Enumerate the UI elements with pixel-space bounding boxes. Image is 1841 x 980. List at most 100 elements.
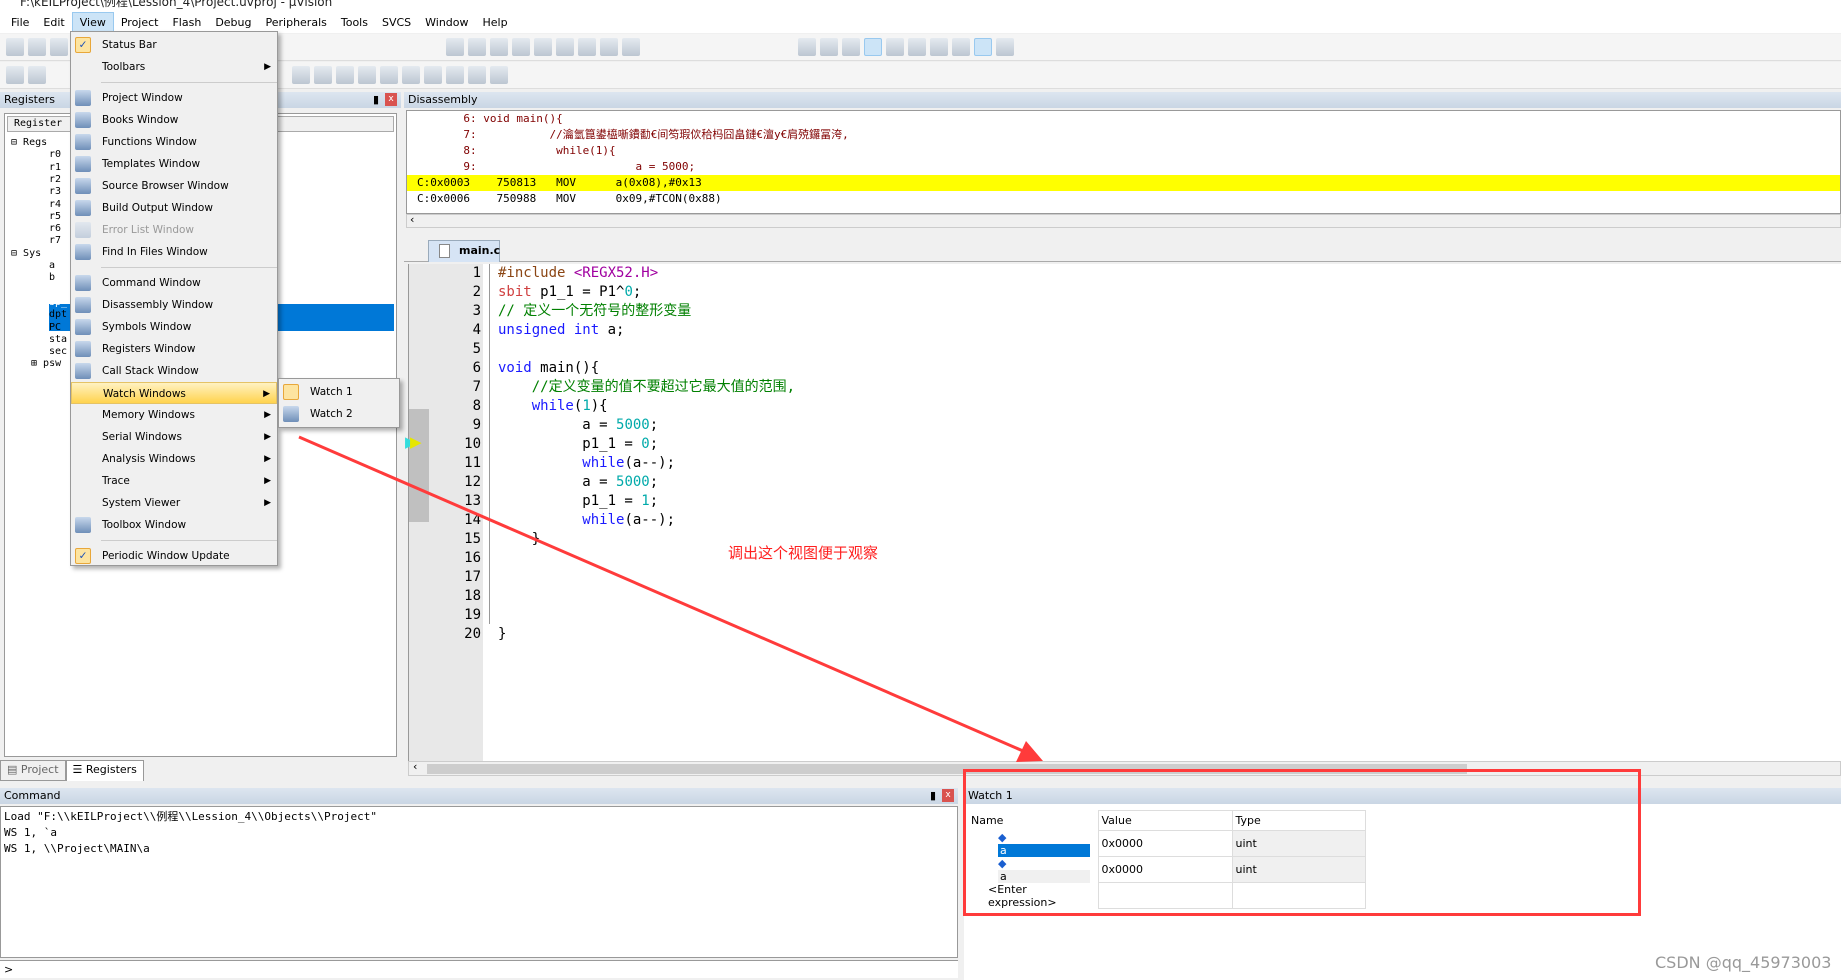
registers-window-icon[interactable] <box>314 66 332 84</box>
toolbox-icon[interactable] <box>490 66 508 84</box>
pin-icon[interactable]: ▮ <box>373 92 379 108</box>
menu-item-registers-window[interactable]: Registers Window <box>71 338 277 360</box>
register-item-PC[interactable]: PC <box>49 321 61 334</box>
register-item-sp[interactable]: sp <box>49 284 61 297</box>
code-line[interactable]: 12 a = 5000; <box>464 473 795 492</box>
menu-view[interactable]: View <box>71 11 114 33</box>
open-icon[interactable] <box>28 38 46 56</box>
menu-item-disassembly-window[interactable]: Disassembly Window <box>71 294 277 316</box>
code-line[interactable]: 7 //定义变量的值不要超过它最大值的范围, <box>473 378 795 397</box>
menu-item-books-window[interactable]: Books Window <box>71 109 277 131</box>
menu-item-templates-window[interactable]: Templates Window <box>71 153 277 175</box>
disassembly-line[interactable]: C:0x0006 750988 MOV 0x09,#TCON(0x88) <box>407 191 1840 207</box>
comment-icon[interactable] <box>578 38 596 56</box>
scroll-left-icon[interactable]: ‹ <box>410 213 414 226</box>
kill-all-icon[interactable] <box>952 38 970 56</box>
disassembly-listing[interactable]: 6: void main(){ 7: //瀹氫箟鍙橀噺鐨勫€间笉瑕佽秴杩囧畠鏈€… <box>406 110 1841 214</box>
code-line[interactable]: 13 p1_1 = 1; <box>464 492 795 511</box>
find-in-files-icon[interactable] <box>622 38 640 56</box>
disable-breakpoint-icon[interactable] <box>908 38 926 56</box>
code-line[interactable]: 20} <box>464 625 795 644</box>
menu-debug[interactable]: Debug <box>208 13 258 32</box>
code-line[interactable]: 3 // 定义一个无符号的整形变量 <box>473 302 795 321</box>
menu-item-project-window[interactable]: Project Window <box>71 87 277 109</box>
code-line[interactable]: 2 sbit p1_1 = P1^0; <box>473 283 795 302</box>
expand-icon[interactable]: ⊞ <box>31 358 43 369</box>
menu-item-toolbox-window[interactable]: Toolbox Window <box>71 514 277 536</box>
register-item-sta[interactable]: sta <box>49 333 67 346</box>
reset-icon[interactable] <box>6 66 24 84</box>
pin-icon[interactable]: ▮ <box>930 788 936 804</box>
code-line[interactable]: 11 while(a--); <box>464 454 795 473</box>
configure-icon[interactable] <box>996 38 1014 56</box>
system-viewer-icon[interactable] <box>468 66 486 84</box>
menu-item-toolbars[interactable]: Toolbars ▶ <box>71 56 277 78</box>
menu-item-watch-2[interactable]: Watch 2 <box>279 403 399 425</box>
code-line[interactable]: 10 p1_1 = 0; <box>464 435 795 454</box>
register-item-r0[interactable]: r0 <box>49 148 61 161</box>
menu-item-system-viewer[interactable]: System Viewer ▶ <box>71 492 277 514</box>
menu-item-periodic-window-update[interactable]: ✓ Periodic Window Update <box>71 545 277 567</box>
code-line[interactable]: 14 while(a--); <box>464 511 795 530</box>
register-item-psw[interactable]: ⊞ psw <box>31 357 61 370</box>
command-input[interactable]: > <box>0 960 958 978</box>
menu-item-watch-1[interactable]: Watch 1 <box>279 381 399 403</box>
menu-tools[interactable]: Tools <box>334 13 375 32</box>
uncomment-icon[interactable] <box>600 38 618 56</box>
menu-item-status-bar[interactable]: ✓ Status Bar <box>71 34 277 56</box>
menu-item-command-window[interactable]: Command Window <box>71 272 277 294</box>
disassembly-line[interactable]: 9: a = 5000; <box>407 159 1840 175</box>
collapse-icon[interactable]: ⊟ <box>11 137 23 148</box>
save-icon[interactable] <box>50 38 68 56</box>
kill-breakpoints-icon[interactable] <box>930 38 948 56</box>
register-item-Regs[interactable]: ⊟ Regs <box>11 136 47 149</box>
register-item-dpt[interactable]: dpt <box>49 308 67 321</box>
serial-window-icon[interactable] <box>402 66 420 84</box>
tab-main-c[interactable]: main.c <box>428 240 500 262</box>
indent-icon[interactable] <box>534 38 552 56</box>
code-line[interactable]: 6 void main(){ <box>473 359 795 378</box>
register-item-sp_[interactable]: sp_ <box>49 296 67 309</box>
find-icon[interactable] <box>842 38 860 56</box>
disassembly-line[interactable]: 8: while(1){ <box>407 143 1840 159</box>
code-line[interactable]: 19 <box>464 606 795 625</box>
menu-peripherals[interactable]: Peripherals <box>259 13 334 32</box>
menu-svcs[interactable]: SVCS <box>375 13 418 32</box>
unindent-icon[interactable] <box>556 38 574 56</box>
code-line[interactable]: 17 <box>464 568 795 587</box>
menu-item-trace[interactable]: Trace ▶ <box>71 470 277 492</box>
menu-item-analysis-windows[interactable]: Analysis Windows ▶ <box>71 448 277 470</box>
menu-file[interactable]: File <box>4 13 36 32</box>
menu-item-memory-windows[interactable]: Memory Windows ▶ <box>71 404 277 426</box>
tab-registers[interactable]: ☰ Registers <box>65 760 144 781</box>
register-item-r6[interactable]: r6 <box>49 222 61 235</box>
code-line[interactable]: 9 a = 5000; <box>473 416 795 435</box>
disassembly-hscrollbar[interactable]: ‹ <box>406 213 1841 228</box>
register-item-a[interactable]: a <box>49 259 55 272</box>
menu-edit[interactable]: Edit <box>36 13 71 32</box>
bookmark-icon[interactable] <box>446 38 464 56</box>
code-editor[interactable]: ▶ 1 #include <REGX52.H> 2 sbit p1_1 = P1^0;… <box>408 264 1841 761</box>
register-item-b[interactable]: b <box>49 271 55 284</box>
window-layout-icon[interactable] <box>974 38 992 56</box>
prev-bookmark-icon[interactable] <box>468 38 486 56</box>
tab-project[interactable]: ▤ Project <box>0 760 66 781</box>
register-item-r1[interactable]: r1 <box>49 161 61 174</box>
trace-icon[interactable] <box>446 66 464 84</box>
dropdown-icon[interactable] <box>798 38 816 56</box>
menu-project[interactable]: Project <box>114 13 166 32</box>
register-item-r7[interactable]: r7 <box>49 234 61 247</box>
code-line[interactable]: 5 <box>473 340 795 359</box>
breakpoint-icon[interactable] <box>886 38 904 56</box>
register-item-r3[interactable]: r3 <box>49 185 61 198</box>
menu-help[interactable]: Help <box>476 13 515 32</box>
analysis-window-icon[interactable] <box>424 66 442 84</box>
memory-window-icon[interactable] <box>380 66 398 84</box>
register-item-r2[interactable]: r2 <box>49 173 61 186</box>
menu-item-build-output-window[interactable]: Build Output Window <box>71 197 277 219</box>
collapse-icon[interactable]: ⊟ <box>11 248 23 259</box>
register-item-r5[interactable]: r5 <box>49 210 61 223</box>
next-bookmark-icon[interactable] <box>490 38 508 56</box>
code-line[interactable]: 8 while(1){ <box>473 397 795 416</box>
close-icon[interactable]: x <box>385 93 397 106</box>
